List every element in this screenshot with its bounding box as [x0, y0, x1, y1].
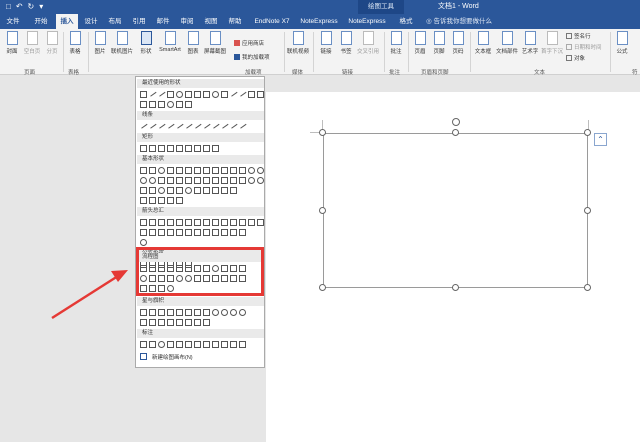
arrow-shaft — [51, 274, 119, 320]
pointer-arrow — [51, 270, 128, 320]
